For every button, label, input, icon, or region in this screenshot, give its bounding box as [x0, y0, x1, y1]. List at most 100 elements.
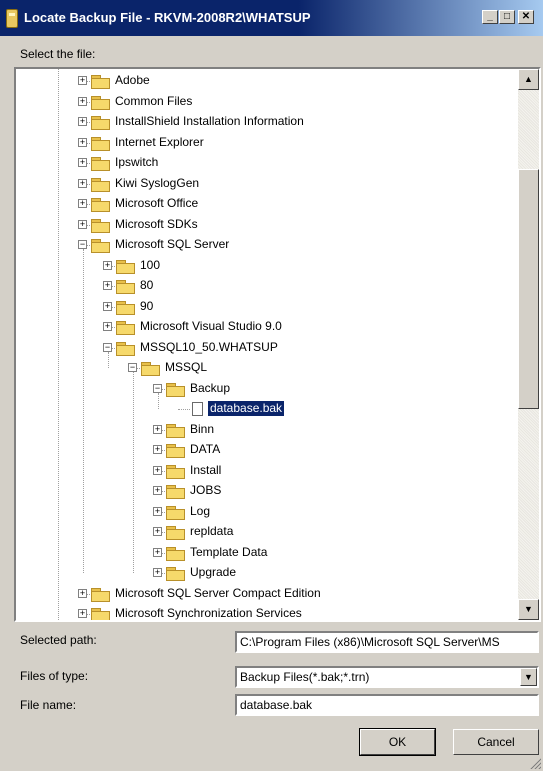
file-name-label: File name: [20, 698, 77, 712]
files-of-type-label: Files of type: [20, 669, 89, 683]
expand-icon[interactable]: + [78, 609, 87, 618]
expand-icon[interactable]: + [78, 137, 87, 147]
tree-folder-item[interactable]: + InstallShield Installation Information [16, 112, 516, 132]
folder-icon [116, 341, 135, 356]
tree-folder-item[interactable]: + Microsoft Office [16, 194, 516, 214]
folder-icon [91, 75, 110, 89]
collapse-icon[interactable]: − [128, 363, 137, 372]
tree-content: + Adobe + Common Files + InstallShield Instal… [16, 69, 516, 620]
tree-folder-item[interactable]: + Kiwi SyslogGen [16, 174, 516, 194]
tree-folder-item[interactable]: +100 [16, 256, 516, 276]
minimize-button[interactable]: _ [482, 10, 498, 24]
expand-icon[interactable]: + [153, 547, 162, 557]
expand-icon[interactable]: + [153, 527, 162, 536]
expand-icon[interactable]: + [78, 96, 87, 106]
tree-item-label: InstallShield Installation Information [115, 114, 304, 128]
tree-item-label: Install [190, 462, 222, 477]
window-title: Locate Backup File - RKVM-2008R2\WHATSUP [24, 10, 311, 25]
expand-icon[interactable]: + [153, 424, 162, 434]
expand-icon[interactable]: + [78, 158, 87, 167]
cancel-button[interactable]: Cancel [453, 729, 539, 755]
tree-folder-item[interactable]: − MSSQL10_50.WHATSUP [16, 338, 516, 358]
folder-icon [91, 157, 110, 171]
scroll-down-button[interactable]: ▼ [518, 599, 539, 620]
maximize-button[interactable]: □ [499, 10, 515, 24]
expand-icon[interactable]: + [78, 178, 87, 188]
collapse-icon[interactable]: − [153, 383, 162, 393]
folder-icon [91, 587, 110, 602]
expand-icon[interactable]: + [103, 301, 112, 311]
close-button[interactable]: ✕ [518, 10, 534, 24]
expand-icon[interactable]: + [78, 76, 87, 85]
tree-folder-item[interactable]: + Install [16, 461, 516, 481]
tree-item-label: 90 [140, 298, 154, 313]
expand-icon[interactable]: + [103, 260, 112, 270]
folder-icon [166, 444, 185, 458]
tree-item-label: Binn [190, 421, 215, 436]
tree-folder-item[interactable]: +90 [16, 297, 516, 317]
tree-folder-item[interactable]: + Microsoft Synchronization Services [16, 604, 516, 620]
scroll-up-button[interactable]: ▲ [518, 69, 539, 90]
tree-folder-item[interactable]: + Ipswitch [16, 153, 516, 173]
tree-folder-item[interactable]: + JOBS [16, 481, 516, 501]
expand-icon[interactable]: + [103, 281, 112, 290]
tree-folder-item[interactable]: + repldata [16, 522, 516, 542]
tree-folder-item[interactable]: + Binn [16, 420, 516, 440]
tree-folder-item[interactable]: + Internet Explorer [16, 133, 516, 153]
tree-folder-item[interactable]: + Common Files [16, 92, 516, 112]
expand-icon[interactable]: + [153, 506, 162, 516]
folder-icon [166, 485, 185, 499]
files-of-type-value: Backup Files(*.bak;*.trn) [240, 670, 370, 684]
tree-item-label: Kiwi SyslogGen [115, 175, 200, 190]
tree-item-label: Upgrade [190, 565, 237, 579]
folder-tree[interactable]: + Adobe + Common Files + InstallShield Instal… [14, 67, 541, 622]
tree-folder-item[interactable]: + Microsoft SDKs [16, 215, 516, 235]
collapse-icon[interactable]: − [78, 240, 87, 249]
resize-grip[interactable] [529, 757, 541, 769]
tree-item-label: MSSQL [165, 360, 208, 374]
folder-icon [91, 608, 110, 620]
tree-folder-item[interactable]: +80 [16, 276, 516, 296]
expand-icon[interactable]: + [78, 588, 87, 598]
collapse-icon[interactable]: − [103, 342, 112, 352]
scroll-thumb[interactable] [518, 169, 539, 409]
tree-folder-item[interactable]: − Backup [16, 379, 516, 399]
tree-folder-item[interactable]: + Adobe [16, 71, 516, 91]
tree-item-label: Microsoft SQL Server [115, 237, 230, 251]
tree-item-label: database.bak [206, 400, 286, 417]
expand-icon[interactable]: + [78, 117, 87, 126]
expand-icon[interactable]: + [153, 568, 162, 577]
expand-icon[interactable]: + [103, 322, 112, 331]
tree-file-item[interactable]: database.bak [16, 399, 516, 419]
tree-folder-item[interactable]: + Microsoft SQL Server Compact Edition [16, 584, 516, 604]
files-of-type-select[interactable]: Backup Files(*.bak;*.trn) ▼ [235, 666, 539, 688]
tree-item-label: Microsoft Visual Studio 9.0 [140, 319, 282, 333]
tree-item-label: repldata [190, 524, 234, 538]
title-bar: Locate Backup File - RKVM-2008R2\WHATSUP… [0, 0, 543, 36]
tree-item-label: Common Files [115, 93, 193, 108]
file-name-input[interactable]: database.bak [235, 694, 539, 716]
expand-icon[interactable]: + [153, 465, 162, 475]
tree-folder-item[interactable]: + DATA [16, 440, 516, 460]
ok-button[interactable]: OK [359, 728, 436, 756]
tree-folder-item[interactable]: + Microsoft Visual Studio 9.0 [16, 317, 516, 337]
tree-folder-item[interactable]: + Upgrade [16, 563, 516, 583]
tree-item-label: Internet Explorer [115, 134, 204, 149]
tree-folder-item[interactable]: − Microsoft SQL Server [16, 235, 516, 255]
folder-icon [91, 198, 110, 212]
tree-scrollbar[interactable]: ▲ ▼ [518, 69, 539, 620]
expand-icon[interactable]: + [78, 219, 87, 229]
expand-icon[interactable]: + [153, 486, 162, 495]
folder-icon [166, 423, 185, 438]
tree-item-label: Ipswitch [115, 155, 159, 169]
folder-icon [166, 464, 185, 479]
selected-path-field[interactable]: C:\Program Files (x86)\Microsoft SQL Ser… [235, 631, 539, 653]
tree-folder-item[interactable]: − MSSQL [16, 358, 516, 378]
folder-icon [91, 116, 110, 130]
tree-folder-item[interactable]: + Log [16, 502, 516, 522]
expand-icon[interactable]: + [78, 199, 87, 208]
chevron-down-icon[interactable]: ▼ [520, 668, 537, 686]
selected-path-label: Selected path: [20, 633, 97, 647]
expand-icon[interactable]: + [153, 445, 162, 454]
tree-folder-item[interactable]: + Template Data [16, 543, 516, 563]
